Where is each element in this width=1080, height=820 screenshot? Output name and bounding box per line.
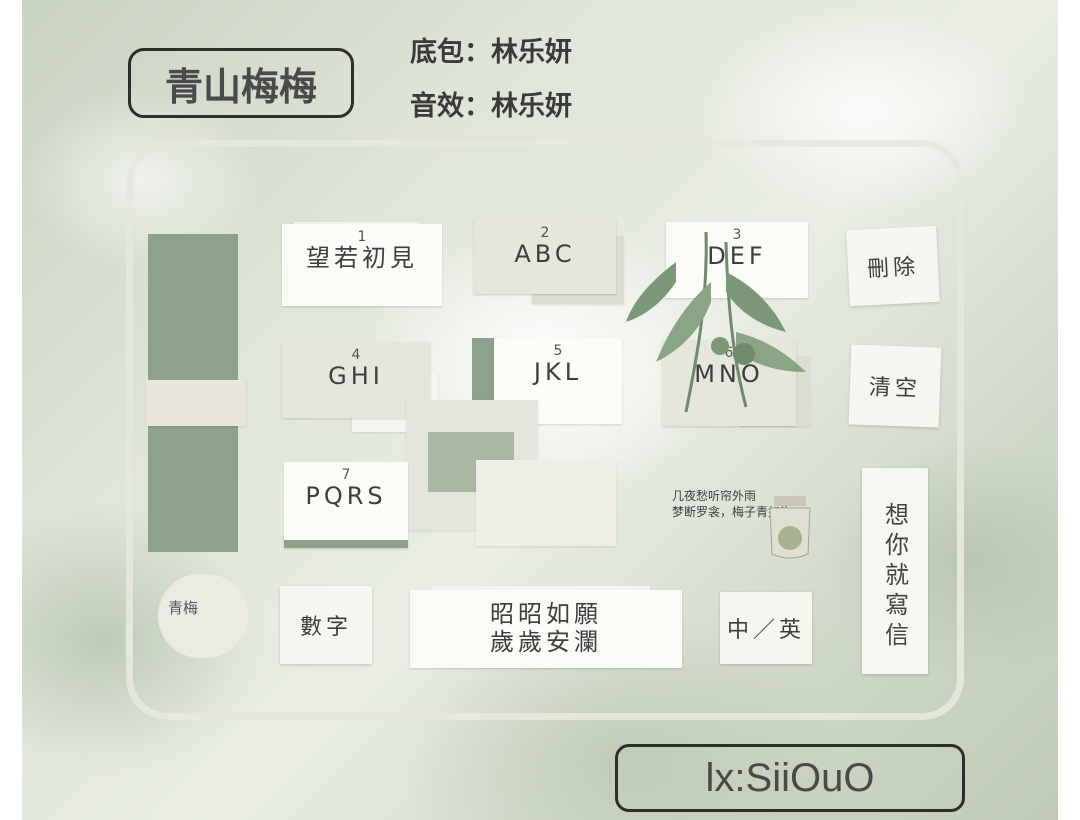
flower-card: [476, 460, 616, 546]
plant-decoration: [626, 231, 806, 413]
left-decor-band: [146, 380, 246, 426]
stamp-text: 青梅: [168, 599, 199, 617]
keyboard-title: 青山梅梅: [128, 48, 354, 118]
delete-button[interactable]: 刪除: [846, 225, 940, 307]
stamp-button[interactable]: 青梅: [158, 574, 248, 658]
key-7-label: PQRS: [305, 482, 387, 510]
clear-button[interactable]: 清空: [848, 344, 942, 428]
numbers-button[interactable]: 數字: [280, 586, 372, 664]
space-key[interactable]: 昭昭如願 歲歲安瀾: [410, 590, 682, 668]
key-7-number: 7: [341, 467, 351, 483]
write-letter-label: 想你就寫信: [880, 502, 909, 652]
key-2-label: ABC: [514, 240, 576, 268]
space-line-1: 昭昭如願: [490, 600, 602, 628]
key-7-accent: [284, 540, 408, 548]
jar-decoration: [769, 496, 811, 559]
key-2[interactable]: 2 ABC: [474, 220, 616, 294]
key-2-number: 2: [540, 225, 550, 241]
key-1-number: 1: [357, 229, 367, 245]
key-4-number: 4: [351, 347, 361, 363]
key-5-number: 5: [553, 343, 563, 359]
key-1[interactable]: 1 望若初見: [282, 224, 442, 306]
write-letter-key[interactable]: 想你就寫信: [862, 468, 928, 674]
credit-sound: 音效：林乐妍: [410, 91, 572, 122]
key-4-label: GHI: [328, 362, 384, 390]
credit-base: 底包：林乐妍: [410, 37, 572, 68]
key-1-label: 望若初見: [306, 244, 418, 272]
key-5-label: JKL: [533, 358, 583, 386]
key-7[interactable]: 7 PQRS: [284, 462, 408, 548]
space-line-2: 歲歲安瀾: [490, 628, 602, 656]
lang-toggle-button[interactable]: 中／英: [720, 592, 812, 664]
contact-label: lx:SiiOuO: [615, 744, 965, 812]
